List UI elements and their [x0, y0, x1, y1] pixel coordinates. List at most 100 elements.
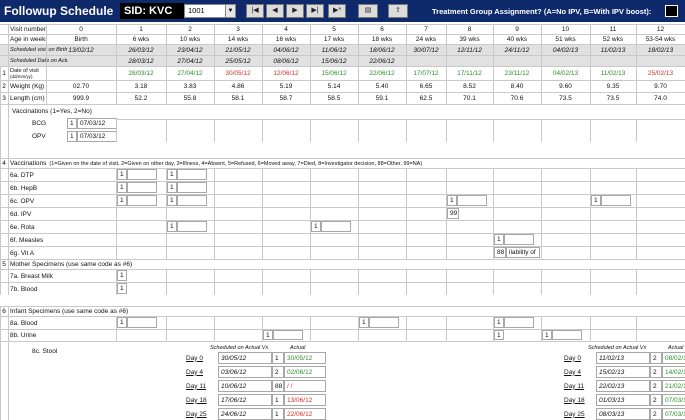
stool-actual-date-input[interactable]: 13/06/12 [284, 394, 326, 406]
visit-date-input[interactable]: 23/11/12 [493, 67, 541, 80]
weight-input[interactable]: 9.35 [590, 81, 636, 92]
weight-input[interactable]: 8.40 [493, 81, 541, 92]
infant-blood-code-input[interactable]: 1 [359, 317, 369, 328]
stool-actual-date-input[interactable]: 30/05/12 [284, 352, 326, 364]
stool-sched-date[interactable]: 08/03/13 [596, 408, 650, 420]
vita-note-input[interactable]: ilability of [506, 247, 540, 258]
first-record-icon[interactable]: |◀ [246, 4, 264, 18]
opv-code-input-date[interactable] [127, 195, 157, 206]
urine-code-input[interactable]: 1 [494, 330, 504, 340]
hepb-code-input[interactable]: 1 [167, 182, 177, 193]
visit-date-input[interactable]: 27/04/12 [166, 67, 214, 80]
opv-code-input-date[interactable] [177, 195, 207, 206]
weight-input[interactable]: 02.70 [46, 81, 116, 92]
stool-sched-date[interactable]: 17/06/12 [218, 394, 272, 406]
urine-date-input[interactable] [552, 330, 582, 340]
weight-input[interactable]: 5.14 [310, 81, 358, 92]
stool-code-input[interactable]: 2 [650, 394, 662, 406]
opv-code-input[interactable]: 1 [167, 195, 177, 206]
breast-milk-code-input[interactable]: 1 [117, 270, 127, 281]
weight-input[interactable]: 9.70 [636, 81, 685, 92]
visit-date-input[interactable]: 15/06/12 [310, 67, 358, 80]
stool-code-input[interactable]: 2 [650, 380, 662, 392]
next-record-icon[interactable]: ▶ [286, 4, 304, 18]
visit-date-input[interactable]: 17/07/12 [406, 67, 446, 80]
stool-code-input[interactable]: 1 [272, 394, 284, 406]
rota-code-input-date[interactable] [321, 221, 351, 232]
opv-code-input[interactable]: 1 [67, 131, 77, 142]
sid-select[interactable]: 1001 ▼ [184, 4, 236, 18]
weight-input[interactable]: 4.86 [214, 81, 262, 92]
opv-code-input-date[interactable] [457, 195, 487, 206]
chevron-down-icon[interactable]: ▼ [225, 5, 235, 17]
measles-code-input[interactable]: 1 [494, 234, 504, 245]
visit-date-input[interactable]: 22/06/12 [358, 67, 406, 80]
stool-actual-date-input[interactable]: 07/03/13 [662, 394, 685, 406]
mother-blood-code-input[interactable]: 1 [117, 283, 127, 294]
stool-sched-date[interactable]: 22/02/13 [596, 380, 650, 392]
stool-code-input[interactable]: 88 [272, 380, 284, 392]
urine-code-input[interactable]: 1 [542, 330, 552, 340]
length-input[interactable]: 74.0 [636, 93, 685, 104]
visit-date-input[interactable] [46, 67, 116, 80]
length-input[interactable]: 58.1 [214, 93, 262, 104]
treatment-input[interactable] [665, 5, 678, 17]
stool-actual-date-input[interactable]: 14/02/13 [662, 366, 685, 378]
length-input[interactable]: 59.1 [358, 93, 406, 104]
stool-sched-date[interactable]: 10/06/12 [218, 380, 272, 392]
dtp-code-input-date[interactable] [127, 169, 157, 180]
weight-input[interactable]: 6.65 [406, 81, 446, 92]
dtp-code-input[interactable]: 1 [167, 169, 177, 180]
length-input[interactable]: 62.5 [406, 93, 446, 104]
visit-date-input[interactable]: 12/06/12 [262, 67, 310, 80]
length-input[interactable]: 999.9 [46, 93, 116, 104]
opv-code-input[interactable]: 1 [591, 195, 601, 206]
stool-actual-date-input[interactable]: 22/06/12 [284, 408, 326, 420]
hepb-code-input-date[interactable] [177, 182, 207, 193]
visit-date-input[interactable]: 04/02/13 [541, 67, 590, 80]
stool-actual-date-input[interactable]: 07/03/13 [662, 408, 685, 420]
stool-code-input[interactable]: 1 [272, 352, 284, 364]
infant-blood-date-input[interactable] [127, 317, 157, 328]
stool-actual-date-input[interactable]: / / [284, 380, 326, 392]
weight-input[interactable]: 3.83 [166, 81, 214, 92]
stool-sched-date[interactable]: 01/03/13 [596, 394, 650, 406]
opv-code-input[interactable]: 1 [117, 195, 127, 206]
opv-code-input-date[interactable] [601, 195, 631, 206]
stool-code-input[interactable]: 2 [650, 352, 662, 364]
print-icon[interactable]: ▤ [358, 4, 378, 18]
stool-sched-date[interactable]: 30/05/12 [218, 352, 272, 364]
stool-code-input[interactable]: 2 [650, 366, 662, 378]
prev-record-icon[interactable]: ◀ [266, 4, 284, 18]
rota-code-input[interactable]: 1 [167, 221, 177, 232]
stool-actual-date-input[interactable]: 21/02/13 [662, 380, 685, 392]
visit-date-input[interactable]: 17/11/12 [446, 67, 493, 80]
infant-blood-code-input[interactable]: 1 [117, 317, 127, 328]
length-input[interactable]: 70.1 [446, 93, 493, 104]
opv-date-input[interactable]: 07/03/12 [77, 131, 117, 142]
hepb-code-input-date[interactable] [127, 182, 157, 193]
visit-date-input[interactable]: 28/03/12 [116, 67, 166, 80]
ipv-code-input[interactable]: 99 [447, 208, 459, 219]
stool-sched-date[interactable]: 03/06/12 [218, 366, 272, 378]
bcg-code-input[interactable]: 1 [67, 118, 77, 129]
dtp-code-input-date[interactable] [177, 169, 207, 180]
length-input[interactable]: 52.2 [116, 93, 166, 104]
stool-sched-date[interactable]: 15/02/13 [596, 366, 650, 378]
rota-code-input[interactable]: 1 [311, 221, 321, 232]
urine-code-input[interactable]: 1 [263, 330, 273, 340]
length-input[interactable]: 55.8 [166, 93, 214, 104]
length-input[interactable]: 70.6 [493, 93, 541, 104]
weight-input[interactable]: 3.18 [116, 81, 166, 92]
vita-code-input[interactable]: 88 [494, 247, 506, 258]
stool-code-input[interactable]: 1 [272, 408, 284, 420]
weight-input[interactable]: 8.52 [446, 81, 493, 92]
stool-actual-date-input[interactable]: 08/02/13 [662, 352, 685, 364]
last-record-icon[interactable]: ▶| [306, 4, 324, 18]
infant-blood-date-input[interactable] [504, 317, 534, 328]
new-record-icon[interactable]: ▶* [328, 4, 346, 18]
length-input[interactable]: 58.5 [310, 93, 358, 104]
rota-code-input-date[interactable] [177, 221, 207, 232]
length-input[interactable]: 73.5 [541, 93, 590, 104]
infant-blood-date-input[interactable] [369, 317, 399, 328]
